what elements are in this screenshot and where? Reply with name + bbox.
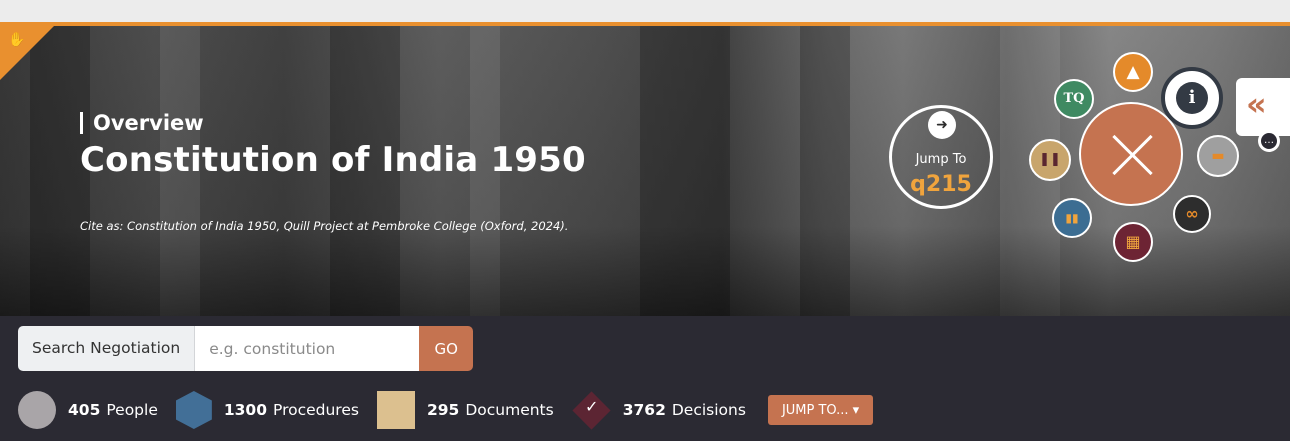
decisions-label: Decisions bbox=[671, 401, 746, 419]
stats-bar: 405 People 1300 Procedures 295 Documents… bbox=[18, 388, 874, 432]
archive-icon[interactable]: ▬ bbox=[1197, 135, 1239, 177]
decisions-diamond-icon: ✓ bbox=[572, 390, 611, 430]
calendar-icon[interactable]: ▦ bbox=[1113, 222, 1153, 262]
caret-down-icon: ▾ bbox=[852, 402, 860, 418]
documents-label: Documents bbox=[465, 401, 554, 419]
tq-icon[interactable]: TQ bbox=[1054, 79, 1094, 119]
kicker-text: Overview bbox=[93, 111, 204, 135]
sign-in-icon: ➜ bbox=[928, 111, 956, 139]
stat-procedures[interactable]: 1300 Procedures bbox=[175, 391, 359, 429]
jump-to-value: q215 bbox=[910, 172, 972, 197]
page-title: Constitution of India 1950 bbox=[80, 140, 586, 180]
documents-square-icon bbox=[376, 391, 415, 429]
chat-bubble[interactable]: … bbox=[1258, 130, 1280, 152]
kicker-bar bbox=[80, 112, 83, 134]
info-icon: i bbox=[1176, 82, 1208, 114]
search-label: Search Negotiation bbox=[18, 326, 196, 371]
checkmark-icon: ✓ bbox=[584, 396, 599, 416]
bell-tower-icon[interactable]: ▲ bbox=[1113, 52, 1153, 92]
chat-icon: … bbox=[1261, 133, 1277, 149]
search-bar: Search Negotiation GO bbox=[18, 326, 474, 371]
procedures-count: 1300 bbox=[223, 401, 267, 419]
citation-text: Cite as: Constitution of India 1950, Qui… bbox=[80, 219, 569, 233]
jump-to-label: Jump To bbox=[915, 152, 967, 167]
side-panel-toggle[interactable]: « … bbox=[1236, 78, 1290, 152]
top-bar bbox=[0, 0, 1290, 22]
go-button[interactable]: GO bbox=[419, 326, 474, 371]
jump-to-dropdown-button[interactable]: JUMP TO... ▾ bbox=[767, 395, 874, 425]
decisions-count: 3762 bbox=[622, 401, 666, 419]
stat-people[interactable]: 405 People bbox=[18, 391, 158, 429]
binoculars-icon[interactable]: ∞ bbox=[1173, 195, 1211, 233]
people-label: People bbox=[106, 401, 158, 419]
jump-to-circle[interactable]: ➜ Jump To q215 bbox=[889, 105, 993, 209]
info-button[interactable]: i bbox=[1161, 67, 1223, 129]
procedures-label: Procedures bbox=[273, 401, 359, 419]
double-chevron-left-icon: « bbox=[1246, 85, 1267, 123]
jump-to-dropdown-label: JUMP TO... bbox=[781, 402, 849, 418]
background-floor bbox=[0, 226, 1290, 316]
documents-count: 295 bbox=[426, 401, 460, 419]
people-count: 405 bbox=[68, 401, 101, 419]
page-kicker: Overview bbox=[80, 111, 204, 135]
handshake-icon[interactable]: ✋ bbox=[8, 32, 25, 48]
stat-decisions[interactable]: ✓ 3762 Decisions bbox=[572, 390, 746, 430]
stat-documents[interactable]: 295 Documents bbox=[376, 391, 554, 429]
procedures-hexagon-icon bbox=[175, 391, 212, 429]
books-icon[interactable]: ❚❚ bbox=[1029, 139, 1071, 181]
search-input[interactable] bbox=[195, 326, 420, 371]
people-circle-icon bbox=[18, 391, 56, 429]
bar-chart-icon[interactable]: ▮▮ bbox=[1052, 198, 1092, 238]
